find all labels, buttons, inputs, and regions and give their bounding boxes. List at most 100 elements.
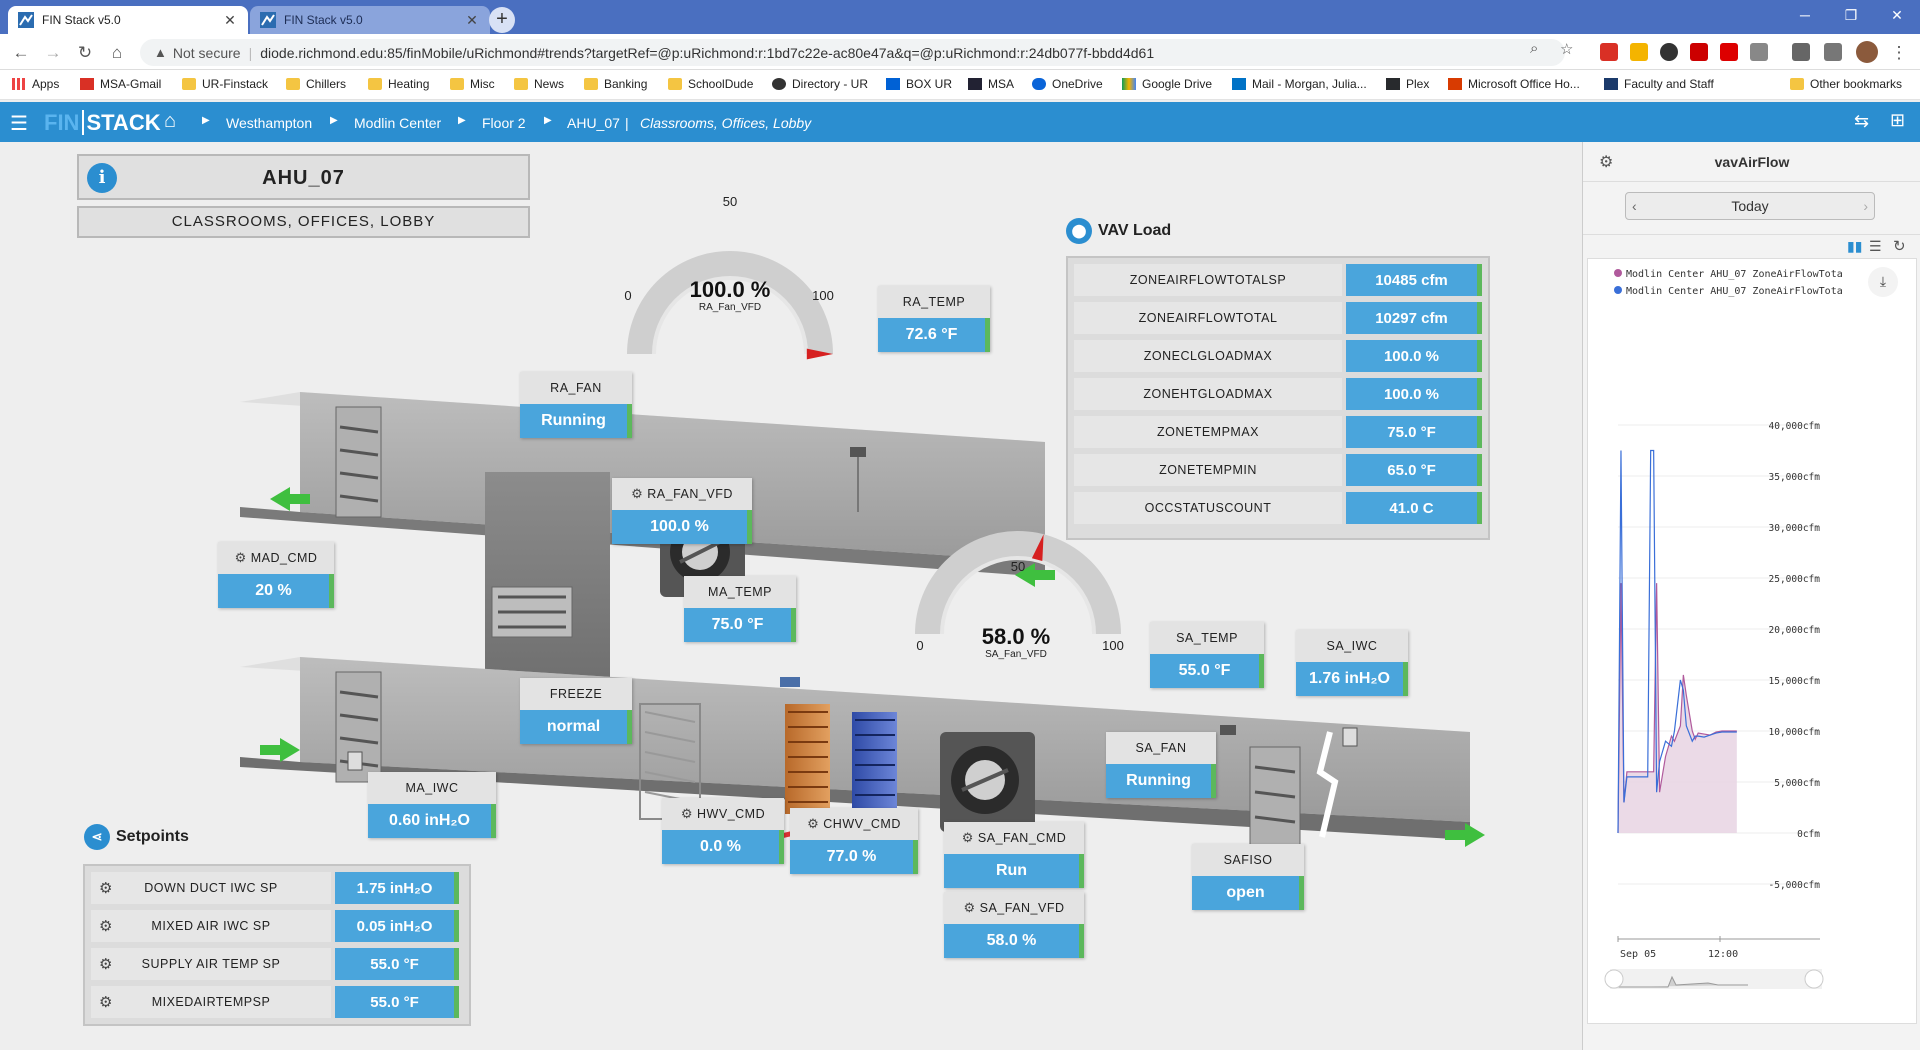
back-icon[interactable]: ← <box>10 42 32 64</box>
table-row[interactable]: OCCSTATUSCOUNT 41.0 C <box>1074 492 1482 524</box>
table-row[interactable]: ZONEHTGLOADMAX 100.0 % <box>1074 378 1482 410</box>
gear-icon[interactable]: ⚙ <box>963 900 975 916</box>
bookmark-faculty-staff[interactable]: Faculty and Staff <box>1604 77 1714 91</box>
grid-view-icon[interactable]: ⊞ <box>1890 110 1905 131</box>
home-icon[interactable]: ⌂ <box>164 110 176 133</box>
bookmark-msa-gmail[interactable]: MSA-Gmail <box>80 77 161 91</box>
bookmark-onedrive[interactable]: OneDrive <box>1032 77 1103 91</box>
bookmark-directory[interactable]: Directory - UR <box>772 77 868 91</box>
table-row[interactable]: ⚙ DOWN DUCT IWC SP 1.75 inH₂O <box>91 872 459 904</box>
url-field[interactable]: ▲ Not secure | diode.richmond.edu:85/fin… <box>140 39 1565 66</box>
browser-tab-2[interactable]: FIN Stack v5.0 ✕ <box>250 6 490 34</box>
close-window-icon[interactable]: ✕ <box>1874 0 1920 30</box>
table-row[interactable]: ZONEAIRFLOWTOTAL 10297 cfm <box>1074 302 1482 334</box>
gear-icon[interactable]: ⚙ <box>99 993 113 1011</box>
table-row[interactable]: ZONEAIRFLOWTOTALSP 10485 cfm <box>1074 264 1482 296</box>
new-tab-button[interactable]: + <box>489 7 515 33</box>
list-icon[interactable]: ☰ <box>1869 238 1882 255</box>
navigator-handle-right[interactable] <box>1804 969 1824 989</box>
table-row[interactable]: ⚙ MIXEDAIRTEMPSP 55.0 °F <box>91 986 459 1018</box>
safiso-point[interactable]: SAFISO open <box>1192 844 1304 910</box>
menu-kebab-icon[interactable]: ⋮ <box>1888 42 1910 64</box>
refresh-icon[interactable]: ↻ <box>1893 237 1906 255</box>
bookmark-chillers[interactable]: Chillers <box>286 77 346 91</box>
folder-icon <box>668 78 682 90</box>
gear-icon[interactable]: ⚙ <box>99 955 113 973</box>
close-tab-icon[interactable]: ✕ <box>222 12 238 29</box>
bookmark-ur-finstack[interactable]: UR-Finstack <box>182 77 268 91</box>
extension-icon[interactable] <box>1720 43 1738 61</box>
bookmark-schooldude[interactable]: SchoolDude <box>668 77 753 91</box>
bookmark-office[interactable]: Microsoft Office Ho... <box>1448 77 1580 91</box>
bookmark-msa[interactable]: MSA <box>968 77 1014 91</box>
table-row[interactable]: ZONETEMPMIN 65.0 °F <box>1074 454 1482 486</box>
mad-cmd-point[interactable]: ⚙ MAD_CMD 20 % <box>218 542 334 608</box>
restore-icon[interactable]: ❐ <box>1828 0 1874 30</box>
profile-avatar[interactable] <box>1856 41 1878 63</box>
bookmark-misc[interactable]: Misc <box>450 77 495 91</box>
reload-icon[interactable]: ↻ <box>74 42 96 64</box>
cast-icon[interactable] <box>1824 43 1842 61</box>
extension-icon[interactable] <box>1660 43 1678 61</box>
puzzle-extensions-icon[interactable] <box>1792 43 1810 61</box>
table-row[interactable]: ZONECLGLOADMAX 100.0 % <box>1074 340 1482 372</box>
forward-icon[interactable]: → <box>42 42 64 64</box>
minimize-icon[interactable]: ─ <box>1782 0 1828 30</box>
office-extension-icon[interactable] <box>1690 43 1708 61</box>
chwv-cmd-point[interactable]: ⚙ CHWV_CMD 77.0 % <box>790 808 918 874</box>
date-range-selector[interactable]: ‹ Today › <box>1625 192 1875 220</box>
home-icon[interactable]: ⌂ <box>106 42 128 64</box>
bookmark-heating[interactable]: Heating <box>368 77 429 91</box>
chevron-right-icon[interactable]: › <box>1863 193 1868 219</box>
bookmark-mail[interactable]: Mail - Morgan, Julia... <box>1232 77 1367 91</box>
chevron-left-icon[interactable]: ‹ <box>1632 193 1637 219</box>
gmail-extension-icon[interactable] <box>1600 43 1618 61</box>
table-row[interactable]: ⚙ MIXED AIR IWC SP 0.05 inH₂O <box>91 910 459 942</box>
breadcrumb-westhampton[interactable]: Westhampton <box>226 115 312 131</box>
location-pin-icon[interactable]: ⬤ <box>1066 218 1092 244</box>
table-row[interactable]: ZONETEMPMAX 75.0 °F <box>1074 416 1482 448</box>
bookmark-apps[interactable]: Apps <box>12 77 59 91</box>
ra-fan-point[interactable]: RA_FAN Running <box>520 372 632 438</box>
bookmark-box-ur[interactable]: BOX UR <box>886 77 952 91</box>
gear-icon[interactable]: ⚙ <box>681 806 693 822</box>
sa-fan-point[interactable]: SA_FAN Running <box>1106 732 1216 798</box>
navigator-handle-left[interactable] <box>1604 969 1624 989</box>
hwv-cmd-point[interactable]: ⚙ HWV_CMD 0.0 % <box>662 798 784 864</box>
sa-fan-cmd-point[interactable]: ⚙ SA_FAN_CMD Run <box>944 822 1084 888</box>
breadcrumb-ahu07[interactable]: AHU_07 <box>567 115 620 131</box>
sa-iwc-point[interactable]: SA_IWC 1.76 inH₂O <box>1296 630 1408 696</box>
breadcrumb-modlin-center[interactable]: Modlin Center <box>354 115 441 131</box>
bar-chart-icon[interactable]: ▮▮ <box>1847 238 1862 255</box>
bookmark-news[interactable]: News <box>514 77 564 91</box>
extension-icon[interactable] <box>1630 43 1648 61</box>
ma-temp-point[interactable]: MA_TEMP 75.0 °F <box>684 576 796 642</box>
bookmark-plex[interactable]: Plex <box>1386 77 1429 91</box>
download-icon[interactable]: ⤓ <box>1868 267 1898 297</box>
bookmark-star-icon[interactable]: ☆ <box>1560 40 1573 58</box>
gear-icon[interactable]: ⚙ <box>962 830 974 846</box>
bookmark-banking[interactable]: Banking <box>584 77 647 91</box>
share-icon[interactable]: ⋖ <box>84 824 110 850</box>
other-bookmarks[interactable]: Other bookmarks <box>1790 77 1902 91</box>
table-row[interactable]: ⚙ SUPPLY AIR TEMP SP 55.0 °F <box>91 948 459 980</box>
swap-icon[interactable]: ⇆ <box>1854 111 1869 132</box>
gear-icon[interactable]: ⚙ <box>631 486 643 502</box>
gear-icon[interactable]: ⚙ <box>807 816 819 832</box>
close-tab-icon[interactable]: ✕ <box>464 12 480 29</box>
ra-temp-point[interactable]: RA_TEMP 72.6 °F <box>878 286 990 352</box>
gear-icon[interactable]: ⚙ <box>235 550 247 566</box>
zoom-icon[interactable]: ⌕ <box>1530 40 1538 57</box>
sa-temp-point[interactable]: SA_TEMP 55.0 °F <box>1150 622 1264 688</box>
bookmark-google-drive[interactable]: Google Drive <box>1122 77 1212 91</box>
extension-icon[interactable] <box>1750 43 1768 61</box>
sa-fan-vfd-point[interactable]: ⚙ SA_FAN_VFD 58.0 % <box>944 892 1084 958</box>
ma-iwc-point[interactable]: MA_IWC 0.60 inH₂O <box>368 772 496 838</box>
browser-tab-1[interactable]: FIN Stack v5.0 ✕ <box>8 6 248 34</box>
gear-icon[interactable]: ⚙ <box>99 917 113 935</box>
hamburger-menu-icon[interactable]: ☰ <box>10 111 28 136</box>
breadcrumb-floor-2[interactable]: Floor 2 <box>482 115 526 131</box>
freeze-point[interactable]: FREEZE normal <box>520 678 632 744</box>
ra-fan-vfd-point[interactable]: ⚙ RA_FAN_VFD 100.0 % <box>612 478 752 544</box>
gear-icon[interactable]: ⚙ <box>99 879 113 897</box>
